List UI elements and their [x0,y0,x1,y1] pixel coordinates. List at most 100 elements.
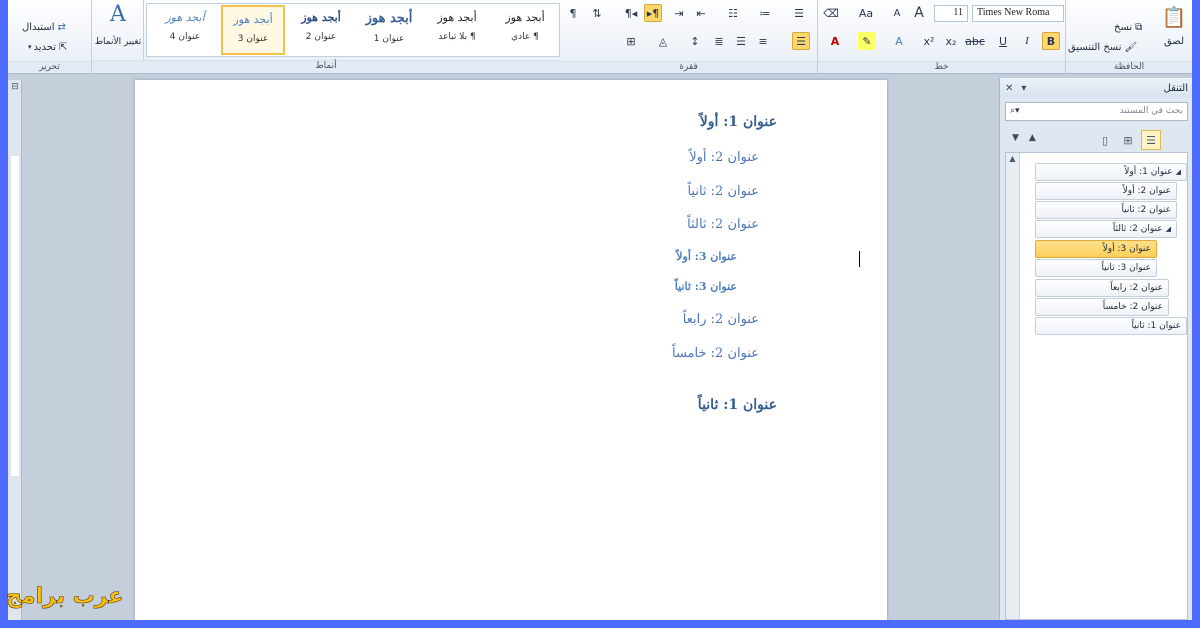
select-button[interactable]: ▾ تحديد ⇱ [28,40,67,54]
search-icon[interactable]: ⌕▾ [1010,106,1020,117]
line-spacing-icon[interactable]: ↕ [686,32,704,50]
text-cursor [859,251,860,267]
italic-button[interactable]: I [1018,32,1036,50]
doc-heading[interactable]: عنوان 3: أولاً [676,250,737,263]
justify-icon[interactable]: ≣ [710,32,728,50]
align-left-icon[interactable]: ☰ [732,32,750,50]
group-label-font: خط [818,61,1065,73]
style-name: ¶ عادي [511,32,539,42]
nav-controls: ✕ ▾ [1005,83,1026,94]
clear-format-icon[interactable]: ⌫ [822,4,840,22]
subscript-icon[interactable]: x₂ [942,32,960,50]
expand-icon[interactable]: ◢ [1166,225,1171,233]
bullet-list-icon[interactable]: ☰ [790,4,808,22]
doc-heading[interactable]: عنوان 2: أولاً [689,150,759,165]
scroll-up-icon[interactable]: ▲ [1007,154,1018,165]
replace-label: استبدال [22,21,55,33]
replace-icon: ⇄ [57,21,66,33]
shading-icon[interactable]: ◬ [654,32,672,50]
close-icon[interactable]: ✕ [1005,83,1013,94]
font-color-icon[interactable]: A [826,32,844,50]
show-marks-icon[interactable]: ¶ [564,4,582,22]
superscript-icon[interactable]: x² [920,32,938,50]
tab-pages-icon[interactable]: ⊞ [1118,130,1138,150]
grow-font-icon[interactable]: A [910,4,928,22]
nav-node-label: عنوان 2: رابعاً [1110,283,1163,293]
doc-heading[interactable]: عنوان 2: ثانياً [687,184,759,199]
change-styles-icon: A [110,1,126,27]
style-no-spacing[interactable]: أبجد هوز ¶ بلا تباعد [425,5,489,55]
doc-heading[interactable]: عنوان 1: ثانياً [698,397,777,413]
nav-scrollbar[interactable]: ▲ [1006,153,1020,619]
style-heading-2[interactable]: أبجد هوز عنوان 2 [289,5,353,55]
indent-increase-icon[interactable]: ⇥ [670,4,688,22]
style-sample: أبجد هوز [505,11,545,24]
multilevel-list-icon[interactable]: ☷ [724,4,742,22]
style-heading-1[interactable]: أبجد هوز عنوان 1 [357,5,421,55]
underline-label: U [998,34,1008,48]
nav-search-input[interactable]: بحث في المستند ⌕▾ [1005,102,1188,121]
doc-heading[interactable]: عنوان 2: خامساً [672,346,759,361]
shrink-font-icon[interactable]: A [888,4,906,22]
nav-node[interactable]: عنوان 2: ثانياً [1035,201,1177,219]
indent-decrease-icon[interactable]: ⇤ [692,4,710,22]
nav-node[interactable]: عنوان 3: ثانياً [1035,259,1157,277]
align-center-icon[interactable]: ≡ [754,32,772,50]
format-painter-button[interactable]: نسخ التنسيق 🖌 [1068,40,1137,54]
up-arrow-icon[interactable]: ▲ [1029,133,1036,143]
nav-node[interactable]: ◢ عنوان 2: ثالثاً [1035,220,1177,238]
group-label-paragraph: فقرة [560,61,817,73]
down-arrow-icon[interactable]: ▼ [1012,133,1019,143]
copy-button[interactable]: نسخ ⧉ [1114,20,1142,34]
style-heading-3[interactable]: أبجد هوز عنوان 3 [221,5,285,55]
nav-header: التنقل ✕ ▾ [1000,78,1192,98]
style-heading-4[interactable]: أبجد هوز عنوان 4 [153,5,217,55]
word-window: استبدال ⇄ ▾ تحديد ⇱ تحرير A تغيير الأنما… [8,0,1192,620]
change-case-icon[interactable]: Aa [854,4,878,22]
style-name: عنوان 4 [169,32,201,42]
vertical-ruler: ⊟ [8,80,22,620]
nav-node[interactable]: عنوان 2: خامساً [1035,298,1169,316]
change-styles-button[interactable]: تغيير الأنماط [94,30,142,54]
nav-node[interactable]: عنوان 2: رابعاً [1035,279,1169,297]
ltr-icon[interactable]: ▸¶ [644,4,662,22]
font-name-value: Times New Roma [977,7,1050,18]
nav-node[interactable]: ◢ عنوان 1: أولاً [1035,163,1187,181]
font-name-combo[interactable]: Times New Roma [972,5,1064,22]
tab-results-icon[interactable]: ▯ [1095,130,1115,150]
doc-heading[interactable]: عنوان 1: أولاً [700,114,777,130]
format-painter-label: نسخ التنسيق [1068,41,1122,53]
borders-icon[interactable]: ⊞ [622,32,640,50]
bold-button[interactable]: B [1042,32,1060,50]
align-right-icon[interactable]: ☰ [792,32,810,50]
document-page[interactable]: عنوان 1: أولاً عنوان 2: أولاً عنوان 2: ث… [135,80,887,620]
style-normal[interactable]: أبجد هوز ¶ عادي [493,5,557,55]
chevron-down-icon[interactable]: ▾ [1021,83,1026,94]
sort-icon[interactable]: ⇅ [588,4,606,22]
style-sample: أبجد هوز [365,11,413,26]
expand-icon[interactable]: ◢ [1176,168,1181,176]
style-name: ¶ بلا تباعد [438,32,476,42]
strikethrough-icon[interactable]: abc [965,32,985,50]
nav-node-label: عنوان 2: ثانياً [1121,205,1171,215]
ruler-toggle-icon[interactable]: ⊟ [9,82,21,94]
nav-arrows: ▲ ▼ [1012,133,1036,143]
tab-headings-icon[interactable]: ☰ [1141,130,1161,150]
numbered-list-icon[interactable]: ≔ [756,4,774,22]
chevron-down-icon: ▾ [28,43,32,51]
highlight-icon[interactable]: ✎ [858,32,876,50]
rtl-icon[interactable]: ¶◂ [622,4,640,22]
nav-tabs: ▯ ⊞ ☰ [1095,130,1161,150]
doc-heading[interactable]: عنوان 2: ثالثاً [687,217,759,232]
doc-heading[interactable]: عنوان 2: رابعاً [683,312,759,327]
text-effects-icon[interactable]: A [890,32,908,50]
underline-button[interactable]: U [994,32,1012,50]
nav-node[interactable]: عنوان 1: ثانياً [1035,317,1187,335]
replace-button[interactable]: استبدال ⇄ [22,20,66,34]
font-size-combo[interactable]: 11 [934,5,968,22]
nav-node-selected[interactable]: عنوان 3: أولاً [1035,240,1157,258]
nav-node[interactable]: عنوان 2: أولاً [1035,182,1177,200]
doc-heading[interactable]: عنوان 3: ثانياً [675,280,737,293]
paste-label: لصق [1163,35,1185,47]
paste-button[interactable]: لصق [1160,34,1188,48]
